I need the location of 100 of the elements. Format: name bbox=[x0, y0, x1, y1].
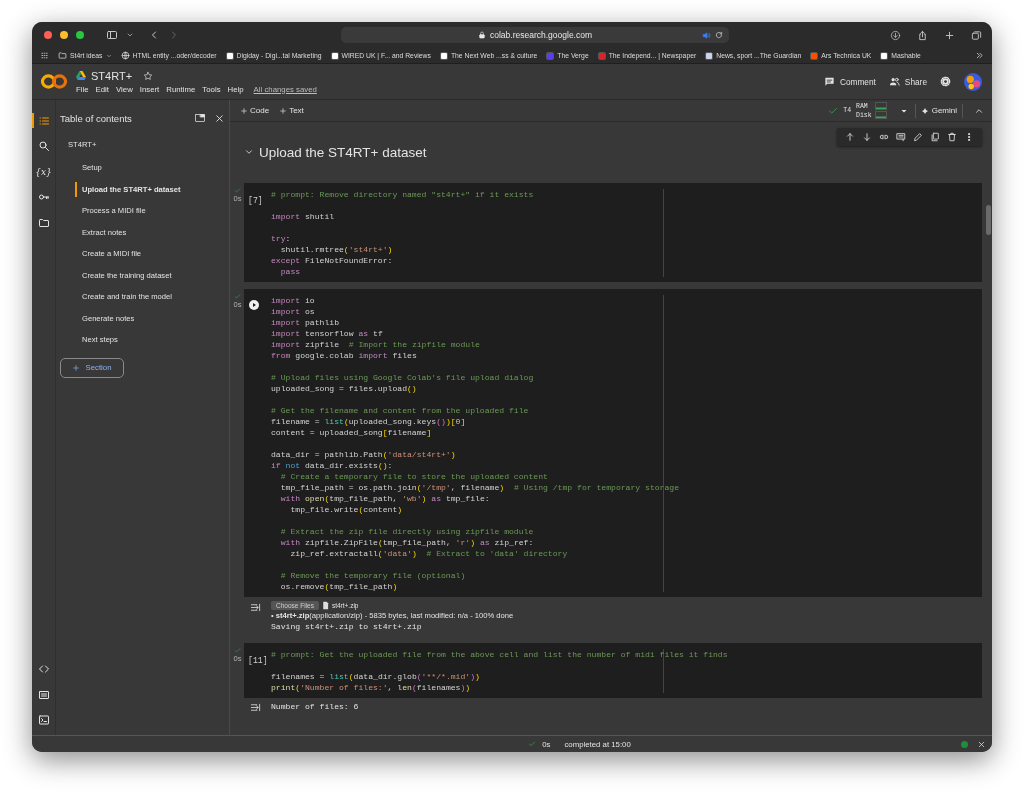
gemini-button[interactable]: Gemini bbox=[920, 106, 957, 115]
move-up-icon[interactable] bbox=[845, 132, 855, 142]
grid-icon[interactable] bbox=[40, 51, 49, 60]
folder-icon bbox=[58, 51, 67, 60]
code-line: # Create a temporary file to store the uploaded content bbox=[279, 471, 549, 482]
code-line: # prompt: Remove directory named "st4rt+" if it exists bbox=[271, 189, 535, 200]
toc-icon[interactable] bbox=[37, 114, 50, 127]
more-bookmarks-icon[interactable] bbox=[975, 51, 984, 60]
file-icon bbox=[320, 601, 330, 610]
minimize-button[interactable] bbox=[60, 31, 68, 39]
pencil-icon[interactable] bbox=[913, 132, 923, 142]
move-down-icon[interactable] bbox=[862, 132, 872, 142]
code-line: # Extract the zip file directly using zipfile module bbox=[279, 526, 535, 537]
code-line: # Upload files using Google Colab's file upload dialog bbox=[271, 372, 535, 383]
close-icon[interactable] bbox=[977, 739, 986, 749]
execution-count: [7] bbox=[247, 196, 263, 205]
add-code-button[interactable]: Code bbox=[240, 106, 270, 115]
code-line: shutil.rmtree('st4rt+') bbox=[279, 244, 394, 255]
code-cell[interactable] bbox=[244, 289, 982, 597]
share-button[interactable]: Share bbox=[888, 76, 927, 87]
code-cell[interactable]: [11] # prompt: Get the uploaded file from the above cell and list the number of midi files it finds filenames = list(data_dir.glob('**/*.mid')) print('Number of files:', len(filenames)) bbox=[244, 643, 982, 698]
check-icon bbox=[528, 740, 537, 748]
code-cell[interactable]: [7] # prompt: Remove directory named "st4rt+" if it exists import shutil try: shutil.rmtree('st4rt+') except FileNotFoundError: pass bbox=[244, 183, 982, 282]
code-line: os.remove(tmp_file_path) bbox=[279, 581, 399, 592]
settings-icon[interactable] bbox=[940, 76, 951, 87]
output-text: Saving st4rt+.zip to st4rt+.zip bbox=[271, 621, 423, 632]
open-in-tab-icon[interactable] bbox=[194, 112, 206, 124]
download-icon[interactable] bbox=[890, 29, 901, 41]
plus-icon bbox=[72, 363, 81, 372]
tabs-icon[interactable] bbox=[971, 29, 982, 41]
code-line: # Get the filename and content from the uploaded file bbox=[271, 405, 530, 416]
plus-icon bbox=[240, 106, 248, 115]
notebook-title[interactable]: ST4RT+ bbox=[91, 69, 133, 82]
run-button[interactable] bbox=[248, 299, 260, 311]
code-line: import shutil bbox=[271, 211, 336, 222]
execution-count: [11] bbox=[247, 656, 268, 665]
code-line: import os bbox=[271, 306, 316, 317]
comment-button[interactable]: Comment bbox=[823, 76, 876, 87]
star-icon[interactable] bbox=[143, 70, 154, 81]
code-icon[interactable] bbox=[37, 663, 50, 676]
close-icon[interactable] bbox=[214, 112, 225, 124]
zoom-button[interactable] bbox=[76, 31, 84, 39]
code-line: if not data_dir.exists(): bbox=[271, 460, 394, 471]
code-line: tmp_file.write(content) bbox=[289, 504, 404, 515]
comment-icon bbox=[823, 76, 835, 87]
code-line: with zipfile.ZipFile(tmp_file_path, 'r') as zip_ref: bbox=[279, 537, 535, 548]
sidebar-icon[interactable] bbox=[106, 29, 118, 41]
code-line: filenames = list(data_dir.glob('**/*.mid')) bbox=[271, 671, 481, 682]
search-icon[interactable] bbox=[37, 140, 50, 153]
trash-icon[interactable] bbox=[947, 132, 957, 142]
chevron-icon[interactable] bbox=[244, 147, 254, 157]
code-line: filename = list(uploaded_song.keys())[0] bbox=[271, 416, 467, 427]
add-text-button[interactable]: Text bbox=[279, 106, 304, 115]
logo-icon[interactable] bbox=[40, 73, 68, 90]
share-icon[interactable] bbox=[917, 29, 928, 41]
speaker-icon bbox=[702, 30, 711, 40]
close-window-button[interactable] bbox=[44, 31, 52, 39]
output-icon[interactable] bbox=[250, 702, 261, 713]
link-icon[interactable] bbox=[879, 132, 889, 142]
comment-icon[interactable] bbox=[896, 132, 906, 142]
reload-icon[interactable] bbox=[715, 31, 723, 39]
keyboard-icon[interactable] bbox=[37, 688, 50, 701]
code-line: import zipfile # Import the zipfile module bbox=[271, 339, 481, 350]
variables-icon[interactable]: {x} bbox=[35, 166, 52, 177]
code-line: from google.colab import files bbox=[271, 350, 418, 361]
address-bar[interactable]: colab.research.google.com bbox=[341, 27, 729, 43]
panel-title: Table of contents bbox=[60, 112, 133, 124]
code-line: # Remove the temporary file (optional) bbox=[279, 570, 467, 581]
people-icon bbox=[888, 76, 900, 87]
code-line: import tensorflow as tf bbox=[271, 328, 384, 339]
new-tab-icon[interactable] bbox=[944, 29, 955, 41]
section-heading: Upload the ST4RT+ dataset bbox=[259, 144, 427, 160]
code-line: print('Number of files:', len(filenames)) bbox=[271, 682, 472, 693]
triangle-icon bbox=[76, 71, 86, 80]
copy-icon[interactable] bbox=[930, 132, 940, 142]
code-line: with open(tmp_file_path, 'wb') as tmp_file: bbox=[279, 493, 491, 504]
chevron-down-icon[interactable] bbox=[126, 31, 134, 39]
sparkle-icon bbox=[920, 106, 929, 115]
code-line: uploaded_song = files.upload() bbox=[271, 383, 418, 394]
globe-icon bbox=[120, 51, 130, 60]
code-line: content = uploaded_song[filename] bbox=[271, 427, 433, 438]
code-line: pass bbox=[279, 266, 302, 277]
plus-icon bbox=[279, 106, 288, 115]
scrollbar-thumb[interactable] bbox=[986, 205, 991, 235]
lock-icon bbox=[477, 31, 486, 39]
folder-icon[interactable] bbox=[37, 216, 50, 229]
code-line: import pathlib bbox=[271, 317, 340, 328]
url-text: colab.research.google.com bbox=[489, 30, 593, 40]
output-text: Number of files: 6 bbox=[271, 701, 360, 712]
code-line: import io bbox=[271, 295, 316, 306]
output-icon[interactable] bbox=[250, 602, 261, 613]
chevron-down-icon bbox=[105, 52, 112, 59]
terminal-icon[interactable] bbox=[37, 714, 50, 727]
code-line: # prompt: Get the uploaded file from the above cell and list the number of midi files it finds bbox=[271, 649, 729, 660]
avatar[interactable] bbox=[964, 72, 982, 91]
code-line: zip_ref.extractall('data') # Extract to 'data' directory bbox=[289, 548, 569, 559]
code-line: try: bbox=[271, 233, 292, 244]
code-line: tmp_file_path = os.path.join('/tmp', filename) # Using /tmp for temporary storage bbox=[279, 482, 681, 493]
code-line: except FileNotFoundError: bbox=[271, 255, 394, 266]
code-line: data_dir = pathlib.Path('data/st4rt+') bbox=[271, 449, 457, 460]
